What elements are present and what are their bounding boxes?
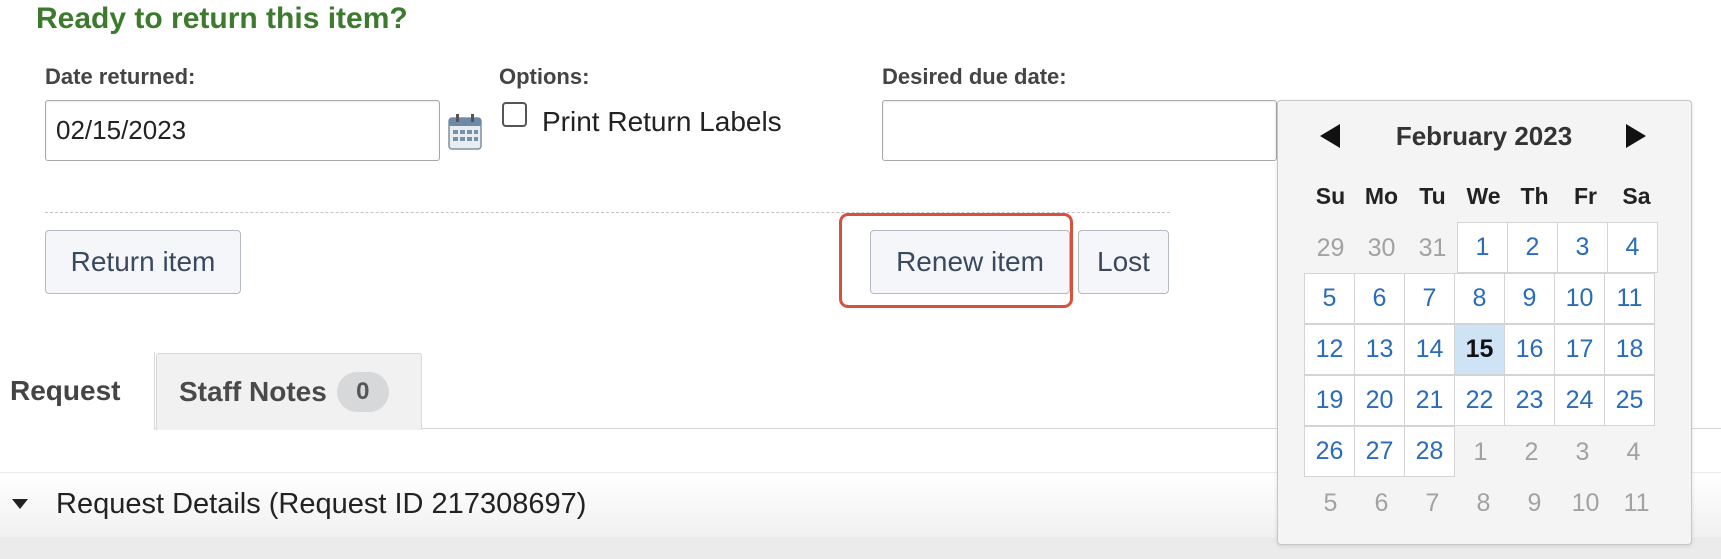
day-2[interactable]: 2 (1507, 222, 1558, 273)
day-17[interactable]: 17 (1554, 324, 1605, 375)
day-28[interactable]: 28 (1404, 426, 1455, 477)
weekday-th: Th (1520, 183, 1549, 209)
other-month-day-1: 1 (1473, 438, 1488, 466)
day-26[interactable]: 26 (1304, 426, 1355, 477)
return-item-button[interactable]: Return item (45, 230, 241, 294)
datepicker-week-row: 29 30 31 1 2 3 4 (1305, 222, 1662, 274)
desired-due-date-input[interactable] (882, 100, 1277, 161)
weekday-header: Su Mo Tu We Th Fr Sa (1305, 183, 1662, 210)
date-returned-input[interactable] (45, 100, 440, 161)
datepicker-grid: 29 30 31 1 2 3 4 5 6 7 8 9 10 11 12 13 14 15 16 17 18 19 20 21 2… (1304, 222, 1662, 529)
datepicker-week-row: 26 27 28 1 2 3 4 (1304, 426, 1662, 478)
datepicker-week-row: 5 6 7 8 9 10 11 (1304, 273, 1662, 325)
renew-item-button[interactable]: Renew item (870, 230, 1070, 294)
other-month-day-31: 31 (1418, 234, 1447, 262)
options-label: Options: (499, 64, 590, 89)
weekday-fr: Fr (1574, 183, 1597, 209)
other-month-day-11: 11 (1623, 489, 1650, 517)
day-22[interactable]: 22 (1454, 375, 1505, 426)
day-25[interactable]: 25 (1604, 375, 1655, 426)
day-12[interactable]: 12 (1304, 324, 1355, 375)
day-13[interactable]: 13 (1354, 324, 1405, 375)
weekday-tu: Tu (1419, 183, 1446, 209)
day-14[interactable]: 14 (1404, 324, 1455, 375)
next-month-icon[interactable] (1626, 124, 1646, 148)
weekday-we: We (1466, 183, 1501, 209)
day-15[interactable]: 15 (1454, 324, 1505, 375)
day-23[interactable]: 23 (1504, 375, 1555, 426)
other-month-day-6: 6 (1374, 489, 1389, 517)
lost-button[interactable]: Lost (1078, 230, 1169, 294)
day-24[interactable]: 24 (1554, 375, 1605, 426)
day-18[interactable]: 18 (1604, 324, 1655, 375)
datepicker-popup: February 2023 Su Mo Tu We Th Fr Sa 29 30 31 1 2 3 4 5… (1277, 100, 1692, 545)
day-21[interactable]: 21 (1404, 375, 1455, 426)
day-10[interactable]: 10 (1554, 273, 1605, 324)
weekday-mo: Mo (1364, 183, 1399, 209)
day-11[interactable]: 11 (1604, 273, 1655, 324)
other-month-day-4: 4 (1626, 438, 1641, 466)
other-month-day-10: 10 (1571, 489, 1600, 517)
day-6[interactable]: 6 (1354, 273, 1405, 324)
day-16[interactable]: 16 (1504, 324, 1555, 375)
day-5[interactable]: 5 (1304, 273, 1355, 324)
day-19[interactable]: 19 (1304, 375, 1355, 426)
day-4[interactable]: 4 (1607, 222, 1658, 273)
tab-request-label: Request (10, 375, 121, 406)
print-return-labels-label[interactable]: Print Return Labels (542, 106, 782, 138)
day-20[interactable]: 20 (1354, 375, 1405, 426)
day-7[interactable]: 7 (1404, 273, 1455, 324)
datepicker-week-row: 12 13 14 15 16 17 18 (1304, 324, 1662, 376)
print-return-labels-checkbox[interactable] (502, 102, 527, 127)
request-details-label: Request Details (Request ID 217308697) (56, 488, 587, 520)
prev-month-icon[interactable] (1320, 124, 1340, 148)
day-1[interactable]: 1 (1457, 222, 1508, 273)
other-month-day-2: 2 (1524, 438, 1539, 466)
page-title: Ready to return this item? (36, 2, 408, 35)
other-month-day-30: 30 (1367, 234, 1396, 262)
calendar-icon[interactable] (448, 113, 482, 151)
weekday-sa: Sa (1622, 183, 1651, 209)
day-3[interactable]: 3 (1557, 222, 1608, 273)
desired-due-date-label: Desired due date: (882, 64, 1067, 89)
datepicker-week-row: 19 20 21 22 23 24 25 (1304, 375, 1662, 427)
datepicker-week-row: 5 6 7 8 9 10 11 (1305, 478, 1662, 529)
tab-request[interactable]: Request (0, 352, 155, 430)
other-month-day-7: 7 (1425, 489, 1440, 517)
date-returned-label: Date returned: (45, 64, 196, 89)
other-month-day-29: 29 (1316, 234, 1345, 262)
day-27[interactable]: 27 (1354, 426, 1405, 477)
other-month-day-3: 3 (1575, 438, 1590, 466)
tab-staff-notes-label: Staff Notes (179, 376, 327, 407)
tab-staff-notes[interactable]: Staff Notes 0 (156, 353, 422, 430)
other-month-day-5: 5 (1323, 489, 1338, 517)
day-8[interactable]: 8 (1454, 273, 1505, 324)
staff-notes-count-badge: 0 (336, 372, 389, 412)
datepicker-month-title: February 2023 (1395, 121, 1573, 151)
day-9[interactable]: 9 (1504, 273, 1555, 324)
weekday-su: Su (1315, 183, 1346, 209)
other-month-day-9: 9 (1527, 489, 1542, 517)
caret-down-icon (12, 499, 28, 509)
other-month-day-8: 8 (1476, 489, 1491, 517)
